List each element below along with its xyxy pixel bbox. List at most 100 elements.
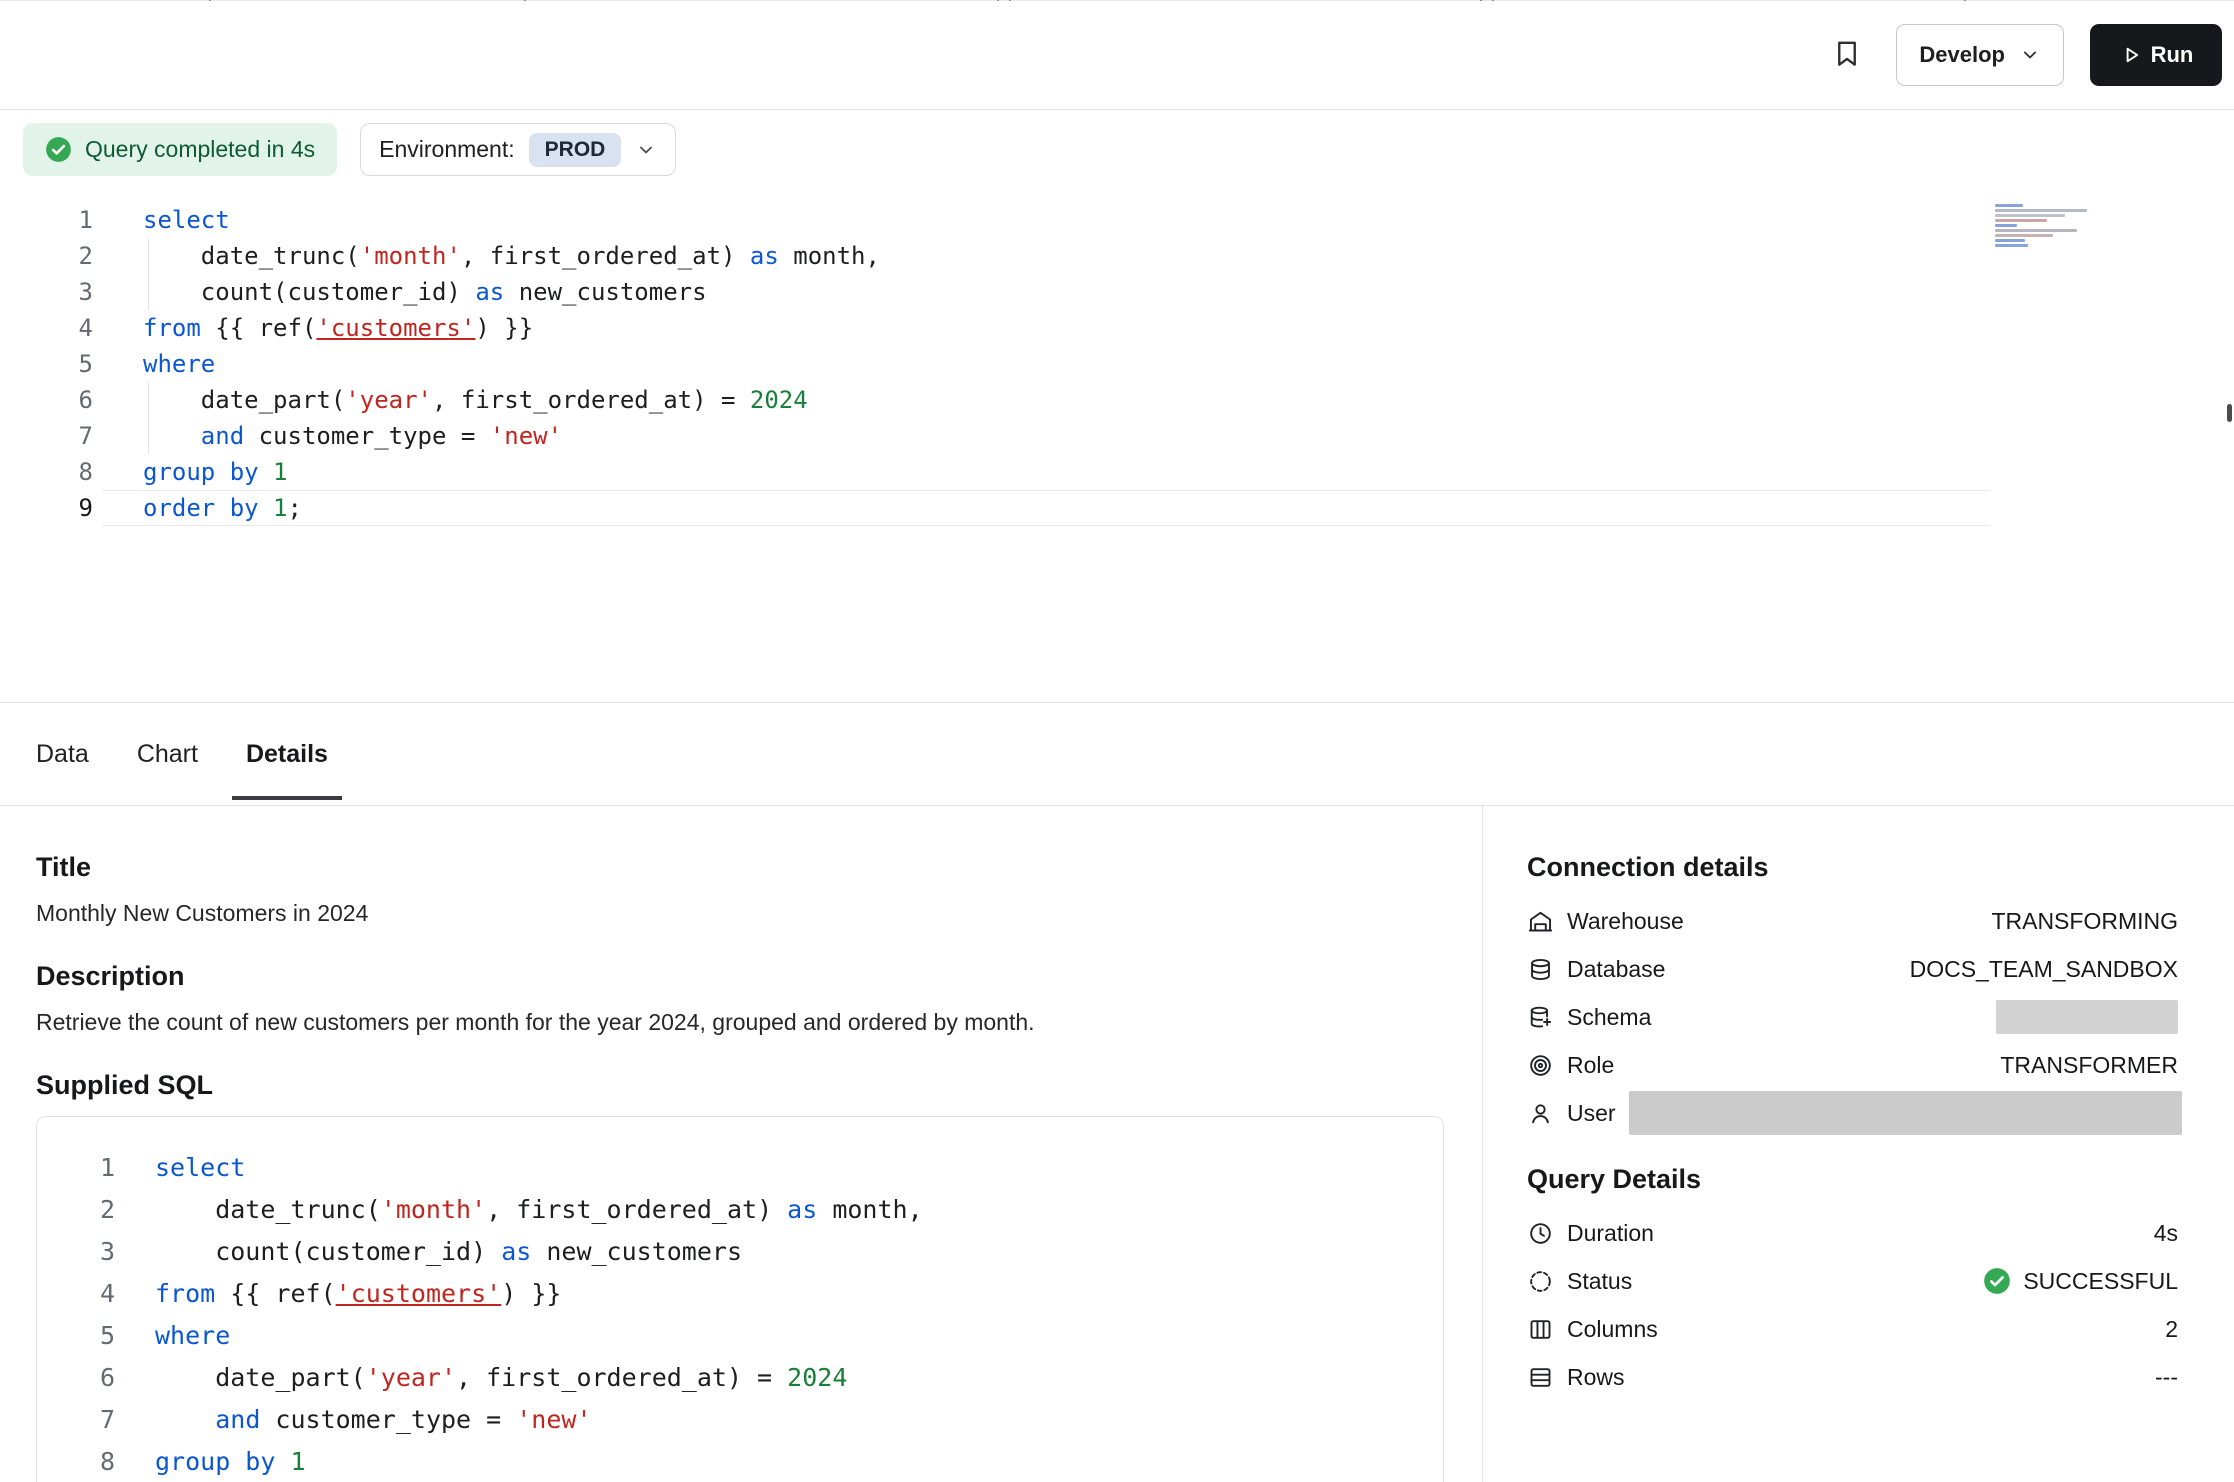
code-text: select bbox=[93, 202, 230, 238]
query-row-label: Status bbox=[1567, 1268, 1632, 1295]
code-text: from {{ ref('customers') }} bbox=[93, 310, 533, 346]
query-details-rows: Duration4sStatusSUCCESSFULColumns2Rows--… bbox=[1527, 1209, 2178, 1401]
bookmark-button[interactable] bbox=[1824, 32, 1870, 78]
code-text: group by 1 bbox=[93, 454, 288, 490]
query-row-value: 2 bbox=[2165, 1316, 2178, 1343]
connection-row-value: DOCS_TEAM_SANDBOX bbox=[1910, 956, 2178, 983]
connection-row-label: Schema bbox=[1567, 1004, 1651, 1031]
warehouse-icon bbox=[1527, 908, 1554, 935]
columns-icon bbox=[1527, 1316, 1554, 1343]
sql-editor[interactable]: 1select2 date_trunc('month', first_order… bbox=[0, 178, 2234, 702]
schema-icon bbox=[1527, 1004, 1554, 1031]
results-tab-bar: Data Chart Details bbox=[0, 703, 2234, 805]
code-line-5: 5where bbox=[37, 1315, 1443, 1357]
duration-icon bbox=[1527, 1220, 1554, 1247]
line-number: 7 bbox=[0, 418, 93, 454]
line-number: 1 bbox=[37, 1147, 115, 1189]
code-line-4: 4from {{ ref('customers') }} bbox=[37, 1273, 1443, 1315]
code-line-8[interactable]: 8group by 1 bbox=[0, 454, 2234, 490]
code-text: date_trunc('month', first_ordered_at) as… bbox=[115, 1189, 923, 1231]
query-row-columns: Columns 2 bbox=[1527, 1305, 2178, 1353]
code-text: count(customer_id) as new_customers bbox=[115, 1231, 742, 1273]
connection-panel: Connection details WarehouseTRANSFORMING… bbox=[1483, 806, 2234, 1482]
code-line-6[interactable]: 6 date_part('year', first_ordered_at) = … bbox=[0, 382, 2234, 418]
description-heading: Description bbox=[36, 960, 1442, 992]
run-button-label: Run bbox=[2151, 42, 2194, 68]
line-number: 6 bbox=[37, 1357, 115, 1399]
code-line-2: 2 date_trunc('month', first_ordered_at) … bbox=[37, 1189, 1443, 1231]
code-line-4[interactable]: 4from {{ ref('customers') }} bbox=[0, 310, 2234, 346]
code-line-2[interactable]: 2 date_trunc('month', first_ordered_at) … bbox=[0, 238, 2234, 274]
play-icon bbox=[2119, 43, 2143, 67]
redacted-value bbox=[1629, 1091, 2182, 1135]
code-line-7[interactable]: 7 and customer_type = 'new' bbox=[0, 418, 2234, 454]
line-number: 8 bbox=[37, 1441, 115, 1482]
code-text: where bbox=[115, 1315, 230, 1357]
tab-chart[interactable]: Chart bbox=[137, 703, 198, 805]
connection-row-value bbox=[1629, 1091, 2182, 1135]
code-line-1[interactable]: 1select bbox=[0, 202, 2234, 238]
query-row-label: Columns bbox=[1567, 1316, 1658, 1343]
query-row-value: --- bbox=[2155, 1364, 2178, 1391]
line-number: 3 bbox=[37, 1231, 115, 1273]
connection-row-label: Database bbox=[1567, 956, 1665, 983]
query-row-value: 4s bbox=[2154, 1220, 2178, 1247]
connection-row-label: Role bbox=[1567, 1052, 1614, 1079]
chevron-down-icon bbox=[2019, 44, 2041, 66]
line-number: 3 bbox=[0, 274, 93, 310]
scrollbar-thumb[interactable] bbox=[2227, 404, 2232, 422]
connection-row-user: User bbox=[1527, 1089, 2178, 1137]
supplied-sql-heading: Supplied SQL bbox=[36, 1069, 1442, 1101]
code-line-3[interactable]: 3 count(customer_id) as new_customers bbox=[0, 274, 2234, 310]
app-root: Develop Run Query completed in 4s Enviro… bbox=[0, 0, 2234, 1482]
role-icon bbox=[1527, 1052, 1554, 1079]
active-line-highlight bbox=[102, 490, 1990, 526]
line-number: 4 bbox=[37, 1273, 115, 1315]
code-text: from {{ ref('customers') }} bbox=[115, 1273, 561, 1315]
check-circle-icon bbox=[45, 136, 72, 163]
query-row-value: SUCCESSFUL bbox=[1983, 1267, 2178, 1295]
code-text: group by 1 bbox=[115, 1441, 306, 1482]
supplied-sql-code: 1select2 date_trunc('month', first_order… bbox=[37, 1147, 1443, 1482]
toolbar: Develop Run bbox=[0, 1, 2234, 110]
code-text: date_trunc('month', first_ordered_at) as… bbox=[93, 238, 880, 274]
connection-row-value: TRANSFORMING bbox=[1991, 908, 2178, 935]
query-details-heading: Query Details bbox=[1527, 1163, 2178, 1195]
code-line-3: 3 count(customer_id) as new_customers bbox=[37, 1231, 1443, 1273]
environment-selector[interactable]: Environment: PROD bbox=[360, 123, 676, 176]
run-button[interactable]: Run bbox=[2090, 24, 2222, 86]
line-number: 9 bbox=[0, 490, 93, 526]
line-number: 4 bbox=[0, 310, 93, 346]
query-row-status: Status SUCCESSFUL bbox=[1527, 1257, 2178, 1305]
line-number: 7 bbox=[37, 1399, 115, 1441]
code-line-1: 1select bbox=[37, 1147, 1443, 1189]
code-line-7: 7 and customer_type = 'new' bbox=[37, 1399, 1443, 1441]
code-text: date_part('year', first_ordered_at) = 20… bbox=[93, 382, 808, 418]
develop-button[interactable]: Develop bbox=[1896, 24, 2064, 86]
connection-row-warehouse: WarehouseTRANSFORMING bbox=[1527, 897, 2178, 945]
environment-value-chip: PROD bbox=[529, 133, 622, 167]
develop-button-label: Develop bbox=[1919, 42, 2005, 68]
description-value: Retrieve the count of new customers per … bbox=[36, 1007, 1442, 1037]
chevron-down-icon bbox=[635, 139, 657, 161]
connection-details-heading: Connection details bbox=[1527, 851, 2178, 883]
check-circle-icon bbox=[1983, 1267, 2011, 1295]
line-number: 8 bbox=[0, 454, 93, 490]
code-text: and customer_type = 'new' bbox=[115, 1399, 592, 1441]
connection-row-schema: Schema bbox=[1527, 993, 2178, 1041]
code-line-6: 6 date_part('year', first_ordered_at) = … bbox=[37, 1357, 1443, 1399]
code-line-9[interactable]: 9order by 1; bbox=[0, 490, 2234, 526]
line-number: 5 bbox=[37, 1315, 115, 1357]
status-row: Query completed in 4s Environment: PROD bbox=[23, 123, 676, 176]
connection-row-label: User bbox=[1567, 1100, 1616, 1127]
query-status-text: Query completed in 4s bbox=[85, 136, 315, 163]
editor-minimap[interactable] bbox=[1995, 204, 2095, 248]
connection-row-value: TRANSFORMER bbox=[2000, 1052, 2178, 1079]
database-icon bbox=[1527, 956, 1554, 983]
tab-details[interactable]: Details bbox=[246, 703, 328, 805]
connection-row-value bbox=[1996, 1000, 2178, 1034]
tab-data[interactable]: Data bbox=[36, 703, 89, 805]
line-number: 2 bbox=[0, 238, 93, 274]
code-line-5[interactable]: 5where bbox=[0, 346, 2234, 382]
connection-details-rows: WarehouseTRANSFORMING Database DOCS_TEAM_S… bbox=[1527, 897, 2178, 1137]
